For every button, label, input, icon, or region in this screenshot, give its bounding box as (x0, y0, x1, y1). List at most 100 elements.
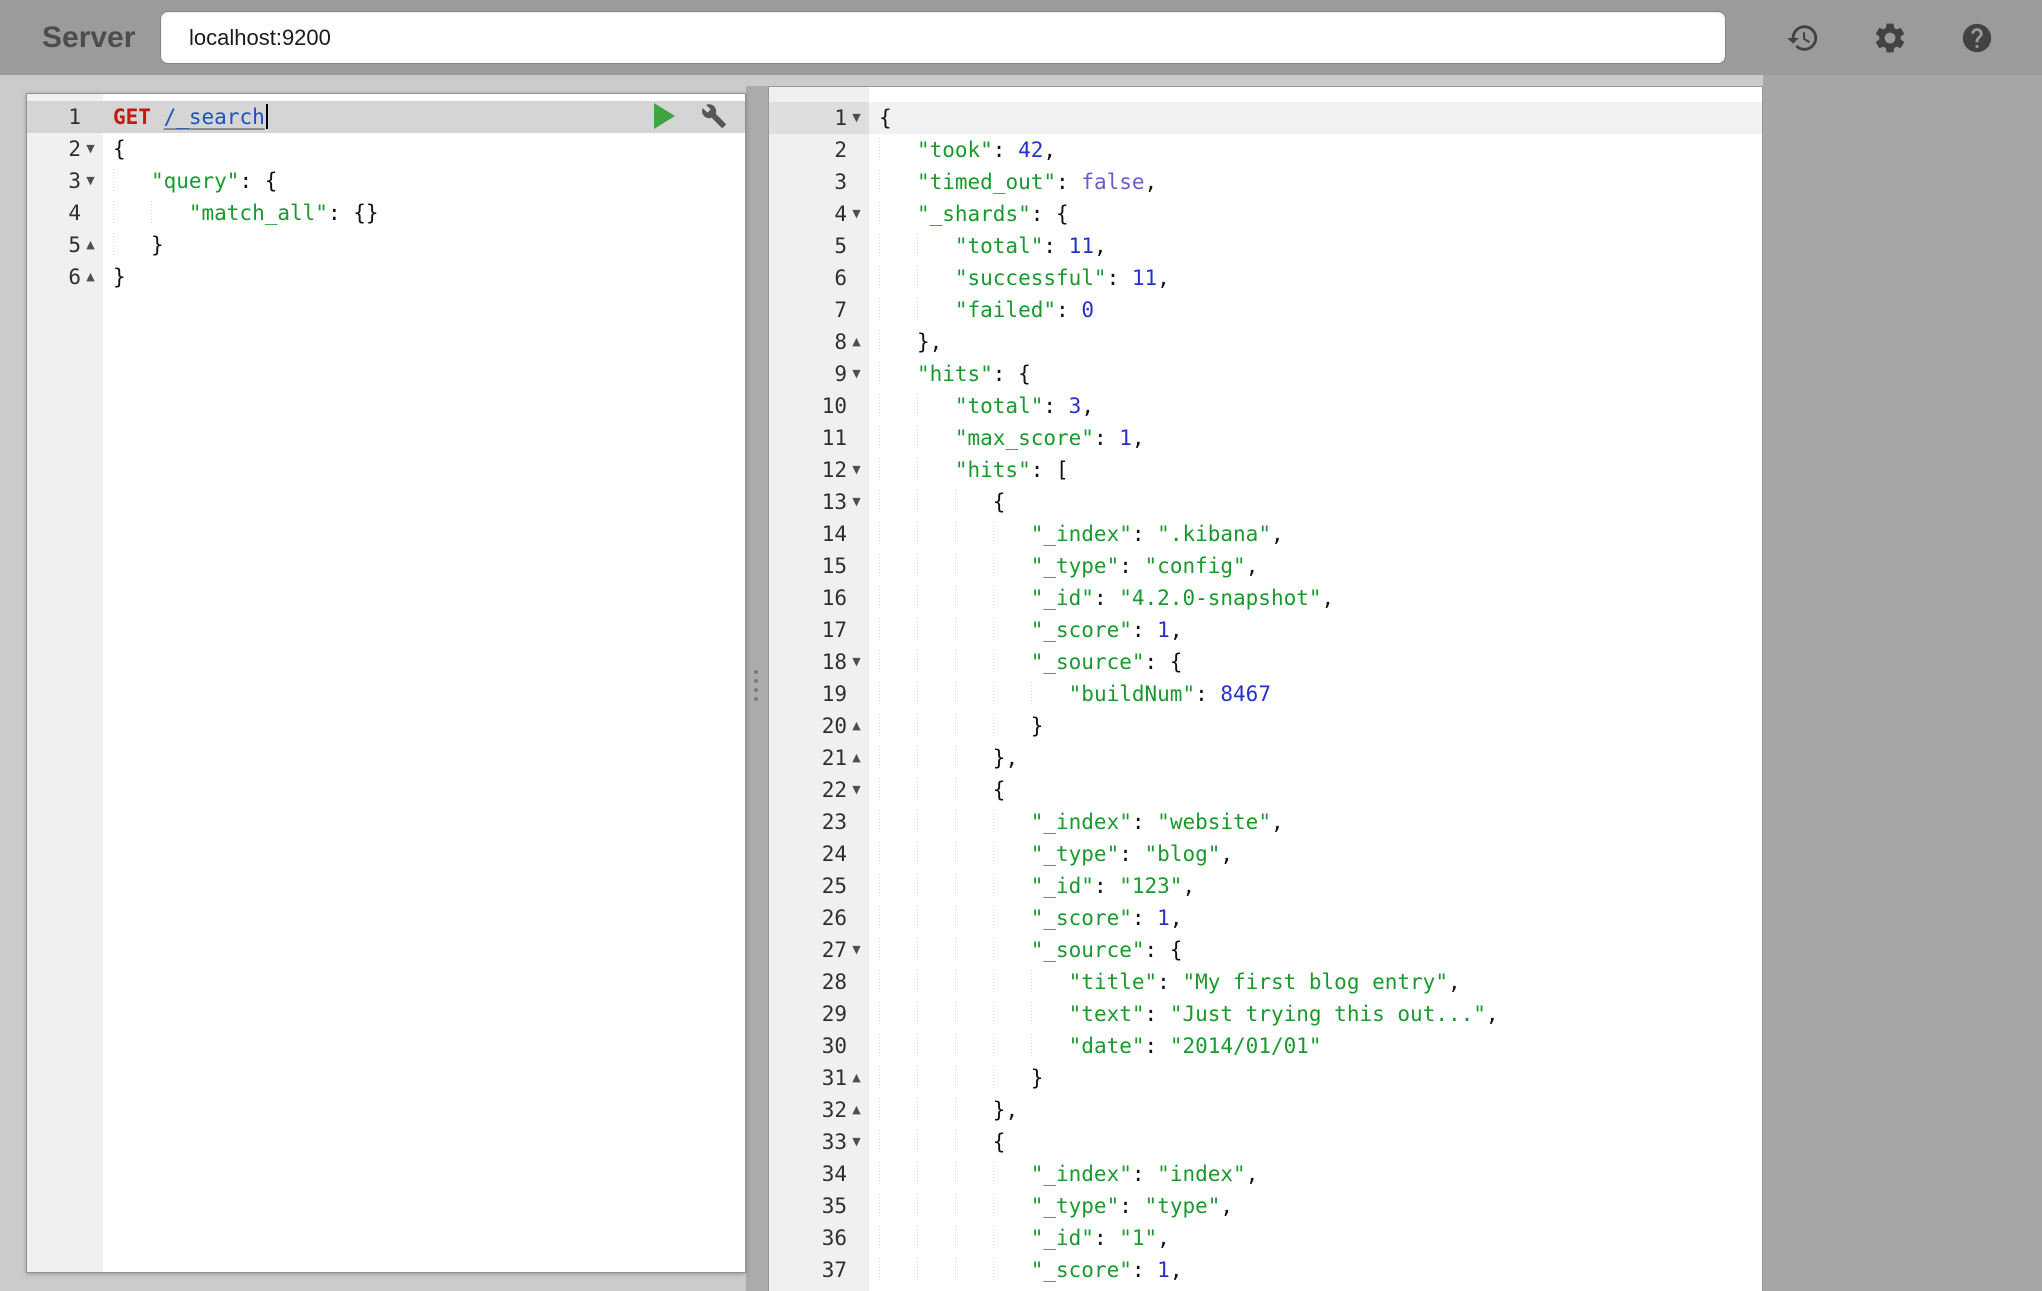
token-key: "_score" (1030, 906, 1132, 930)
code-line: "took": 42, (869, 134, 1762, 166)
line-number: 25 (821, 874, 847, 898)
fold-open-icon[interactable]: ▼ (81, 133, 100, 165)
token-plain: : { (1144, 650, 1183, 674)
token-indent (879, 1194, 1031, 1218)
token-indent (879, 618, 1031, 642)
token-url: /_search (163, 105, 265, 129)
token-key: "_score" (1030, 1258, 1132, 1282)
settings-button[interactable] (1872, 20, 1908, 56)
wrench-icon (701, 104, 727, 132)
code-line: "hits": [ (869, 454, 1762, 486)
line-number: 6 (834, 266, 847, 290)
code-line: }, (869, 742, 1762, 774)
gutter-cell: 20 ▲ (769, 710, 869, 742)
token-plain: : { (1030, 202, 1069, 226)
request-editor[interactable]: 1 2 ▼ 3 ▼ 4 5 ▲ 6 ▲ GET /_search{ "query": { "mat… (26, 93, 746, 1273)
line-number: 6 (68, 265, 81, 289)
code-line[interactable]: } (103, 229, 745, 261)
line-number: 4 (68, 201, 81, 225)
line-number: 5 (68, 233, 81, 257)
help-icon (1960, 23, 1994, 58)
line-number: 10 (821, 394, 847, 418)
fold-open-icon[interactable]: ▼ (847, 358, 866, 390)
gutter-cell: 3 (769, 166, 869, 198)
fold-open-icon[interactable]: ▼ (847, 454, 866, 486)
panel-resizer[interactable] (754, 670, 758, 701)
fold-open-icon[interactable]: ▼ (847, 102, 866, 134)
fold-open-icon[interactable]: ▼ (847, 486, 866, 518)
line-number: 30 (821, 1034, 847, 1058)
server-url-input[interactable] (160, 11, 1726, 64)
fold-open-icon[interactable]: ▼ (81, 165, 100, 197)
code-line: "date": "2014/01/01" (869, 1030, 1762, 1062)
gutter-cell: 5 (769, 230, 869, 262)
token-indent (879, 362, 917, 386)
gutter-cell: 36 (769, 1222, 869, 1254)
token-indent (113, 169, 151, 193)
help-button[interactable] (1960, 21, 1994, 55)
fold-close-icon[interactable]: ▲ (847, 326, 866, 358)
fold-open-icon[interactable]: ▼ (847, 1126, 866, 1158)
line-number: 35 (821, 1194, 847, 1218)
fold-close-icon[interactable]: ▲ (81, 261, 100, 293)
fold-close-icon[interactable]: ▲ (847, 742, 866, 774)
token-plain: , (1081, 394, 1094, 418)
token-str: "index" (1157, 1162, 1246, 1186)
header-icon-group (1786, 0, 1994, 75)
gutter-cell: 30 (769, 1030, 869, 1062)
token-indent (879, 938, 1031, 962)
code-line: "_source": { (869, 934, 1762, 966)
request-code[interactable]: GET /_search{ "query": { "match_all": {}… (103, 94, 745, 1272)
token-plain: , (1131, 426, 1145, 450)
token-indent (879, 714, 1031, 738)
token-str: "config" (1144, 554, 1246, 578)
token-str: "blog" (1144, 842, 1221, 866)
code-line: "_score": 1, (869, 902, 1762, 934)
token-plain: : (1119, 554, 1145, 578)
line-number: 27 (821, 938, 847, 962)
line-number: 28 (821, 970, 847, 994)
fold-open-icon[interactable]: ▼ (847, 646, 866, 678)
token-indent (879, 842, 1031, 866)
token-plain: , (1220, 1194, 1234, 1218)
code-line: "_id": "123", (869, 870, 1762, 902)
token-indent (879, 970, 1069, 994)
token-plain: : (1093, 874, 1120, 898)
code-line[interactable]: "match_all": {} (103, 197, 745, 229)
token-indent (879, 490, 993, 514)
fold-close-icon[interactable]: ▲ (847, 1094, 866, 1126)
token-plain: , (1144, 170, 1158, 194)
token-plain: : { (239, 169, 278, 193)
token-indent (879, 458, 955, 482)
code-line[interactable]: "query": { (103, 165, 745, 197)
token-key: "_index" (1030, 522, 1132, 546)
token-indent (879, 554, 1031, 578)
request-settings-button[interactable] (701, 103, 727, 129)
line-number: 26 (821, 906, 847, 930)
token-plain: } (1030, 714, 1044, 738)
history-button[interactable] (1786, 21, 1820, 55)
token-plain: : (1131, 522, 1158, 546)
response-output: 1 ▼ 2 3 4 ▼ 5 6 7 8 ▲ 9 ▼ 10 11 12 ▼ 13 ▼ 14 15 16 17 18 ▼ 19 20 ▲ 2… (768, 86, 1763, 1291)
token-plain: }, (992, 746, 1019, 770)
code-line[interactable]: { (103, 133, 745, 165)
code-line: "_shards": { (869, 198, 1762, 230)
code-line[interactable]: } (103, 261, 745, 293)
token-plain: , (1169, 906, 1183, 930)
line-number: 2 (68, 137, 81, 161)
fold-close-icon[interactable]: ▲ (81, 229, 100, 261)
code-line[interactable]: GET /_search (103, 101, 745, 133)
gutter-cell: 24 (769, 838, 869, 870)
send-request-button[interactable] (654, 103, 675, 129)
fold-open-icon[interactable]: ▼ (847, 774, 866, 806)
token-plain: , (1182, 874, 1196, 898)
gutter-cell: 17 (769, 614, 869, 646)
token-indent (879, 586, 1031, 610)
fold-close-icon[interactable]: ▲ (847, 1062, 866, 1094)
line-number: 5 (834, 234, 847, 258)
token-bool: false (1081, 170, 1145, 194)
fold-close-icon[interactable]: ▲ (847, 710, 866, 742)
fold-open-icon[interactable]: ▼ (847, 934, 866, 966)
token-indent (879, 1226, 1031, 1250)
fold-open-icon[interactable]: ▼ (847, 198, 866, 230)
